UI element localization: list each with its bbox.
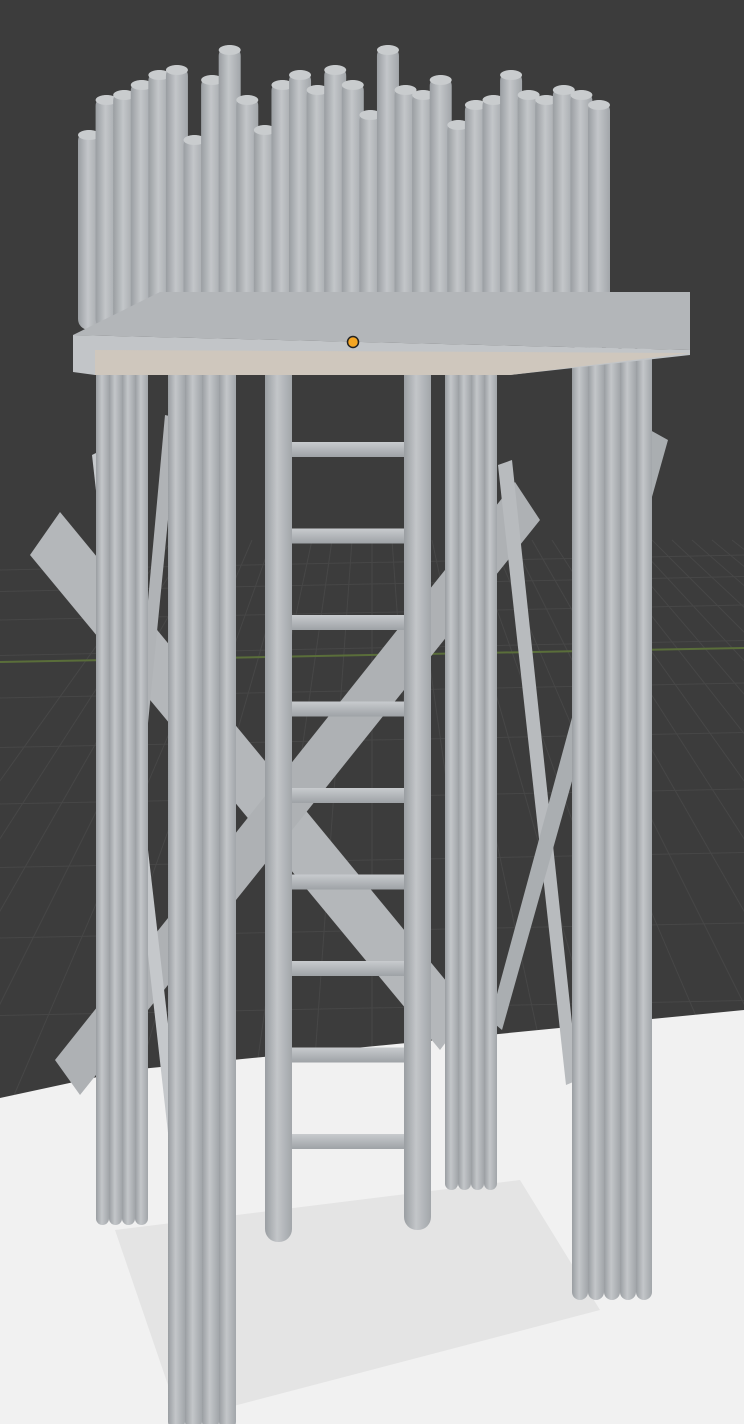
ladder-rung [285, 701, 413, 717]
leg-pole [96, 360, 109, 1225]
palisade-pole-top [236, 95, 259, 105]
palisade-pole-top [324, 65, 347, 75]
leg-pole [445, 360, 458, 1190]
leg-pole [122, 360, 135, 1225]
leg-pole [109, 360, 122, 1225]
leg-pole [636, 345, 652, 1300]
3d-viewport[interactable] [0, 0, 744, 1424]
leg-pole [458, 360, 471, 1190]
palisade-pole-top [570, 90, 593, 100]
leg-pole [588, 345, 604, 1300]
ladder-rail-left [265, 362, 292, 1242]
ladder-rung [285, 615, 413, 630]
origin-point[interactable] [346, 335, 360, 349]
ladder-rail-right [404, 362, 431, 1230]
leg-pole [135, 360, 148, 1225]
platform [73, 292, 690, 375]
palisade-pole-top [289, 70, 312, 80]
leg-pole [620, 345, 636, 1300]
leg-pole [604, 345, 620, 1300]
palisade-poles [78, 45, 610, 330]
ladder-rung [285, 961, 413, 976]
ladder-rung [285, 442, 413, 457]
ladder-rung [285, 528, 413, 544]
leg-pole [185, 345, 202, 1424]
palisade-pole-top [376, 45, 399, 55]
leg-pole [471, 360, 484, 1190]
ladder-rung [285, 1047, 413, 1063]
palisade-pole-top [588, 100, 610, 110]
leg-pole [219, 345, 236, 1424]
palisade-pole-top [341, 80, 364, 90]
scene[interactable] [0, 0, 744, 1424]
palisade-pole-top [429, 75, 452, 85]
leg-pole [202, 345, 219, 1424]
ladder-rung [285, 788, 413, 803]
palisade-pole-top [500, 70, 523, 80]
palisade-pole-top [218, 45, 241, 55]
palisade-pole-top [165, 65, 188, 75]
leg-pole [572, 345, 588, 1300]
ladder-rung [285, 874, 413, 890]
leg-pole [484, 360, 497, 1190]
ladder-rung [285, 1134, 413, 1149]
leg-pole [168, 345, 185, 1424]
